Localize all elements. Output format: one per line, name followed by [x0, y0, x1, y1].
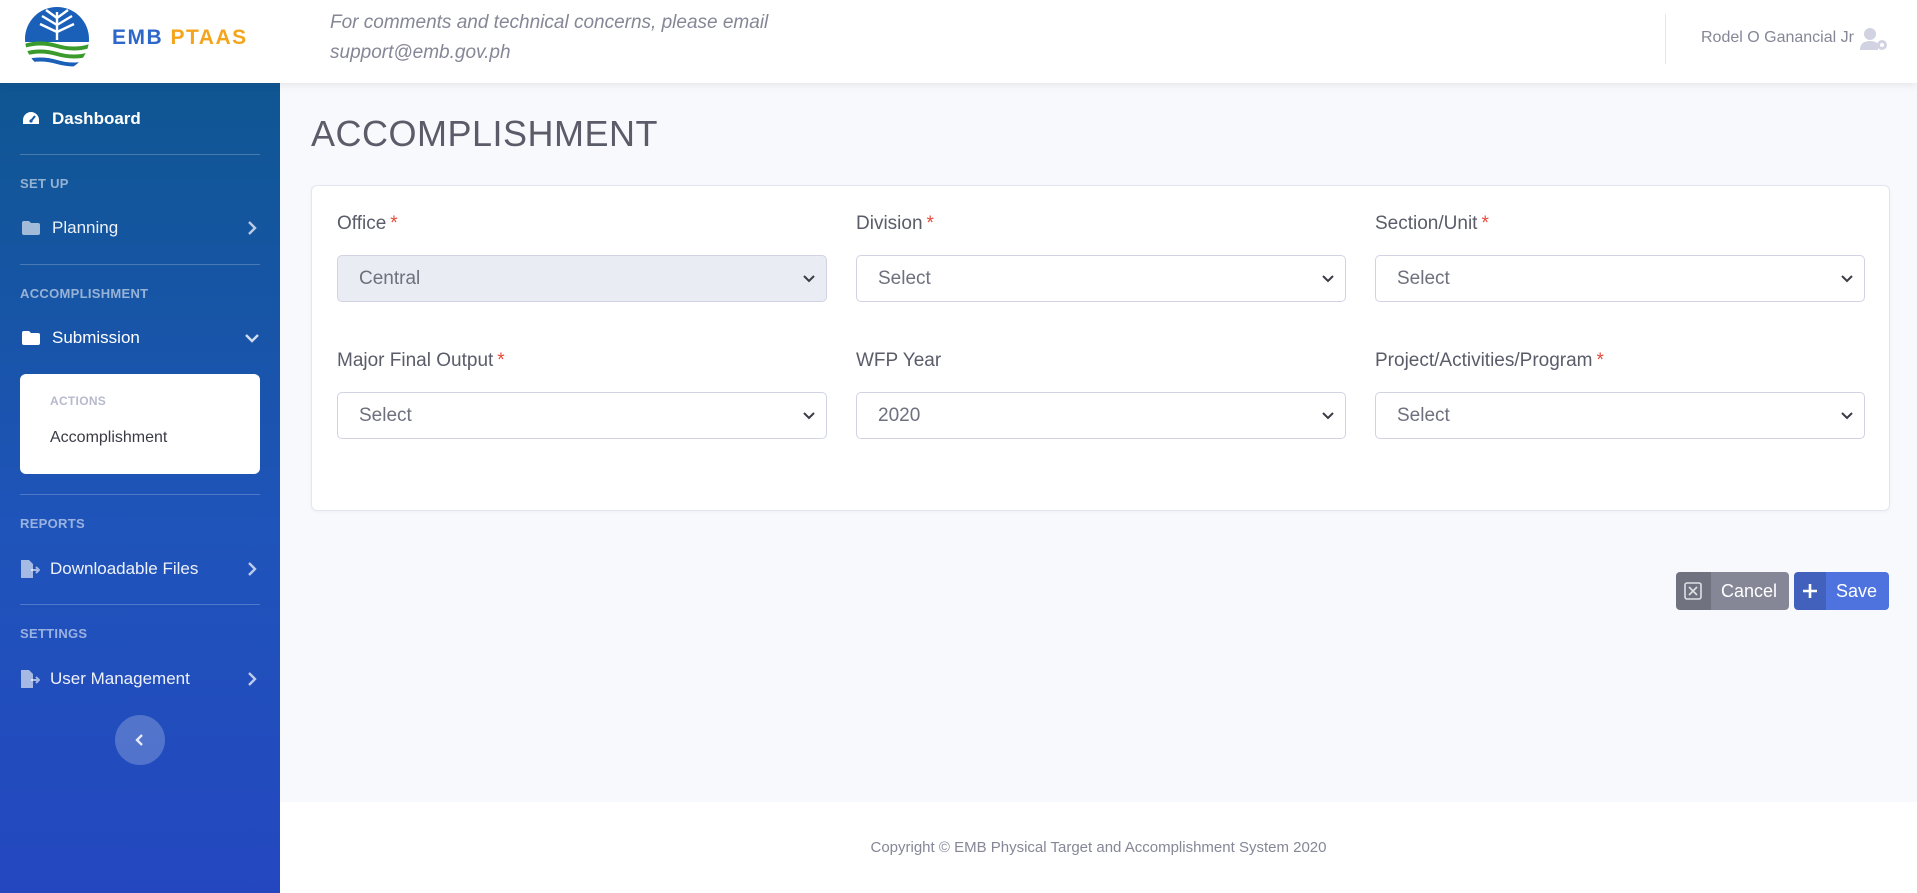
plus-icon	[1794, 572, 1826, 610]
pap-field-group: Project/Activities/Program * Select	[1375, 350, 1865, 439]
wfp-year-select-value: 2020	[878, 404, 921, 426]
sidebar-item-downloadable-files[interactable]: Downloadable Files	[0, 549, 280, 589]
office-select[interactable]: Central	[337, 255, 827, 302]
section-field-group: Section/Unit * Select	[1375, 213, 1865, 302]
submenu-item-accomplishment[interactable]: Accomplishment	[50, 429, 167, 447]
user-name[interactable]: Rodel O Ganancial Jr	[1701, 29, 1854, 47]
wfp-year-label: WFP Year	[856, 350, 942, 371]
division-field-group: Division * Select	[856, 213, 1346, 302]
required-mark: *	[497, 350, 505, 371]
footer: Copyright © EMB Physical Target and Acco…	[280, 802, 1917, 893]
folder-open-icon	[20, 329, 42, 347]
cancel-button-label: Cancel	[1720, 580, 1777, 601]
wfp-year-select[interactable]: 2020	[856, 392, 1346, 439]
brand-name: EMB PTAAS	[112, 26, 248, 50]
sidebar-item-dashboard[interactable]: Dashboard	[0, 99, 280, 139]
division-select[interactable]: Select	[856, 255, 1346, 302]
pap-label: Project/Activities/Program *	[1375, 350, 1604, 371]
sidebar-heading-setup: SET UP	[20, 176, 69, 191]
cancel-button[interactable]: Cancel	[1676, 572, 1789, 610]
sidebar-toggle-button[interactable]	[115, 715, 165, 765]
sidebar-divider	[20, 604, 260, 605]
submission-submenu: ACTIONS Accomplishment	[20, 374, 260, 474]
chevron-down-icon	[1322, 275, 1334, 283]
page-title: ACCOMPLISHMENT	[311, 113, 659, 154]
save-button-label: Save	[1835, 580, 1877, 601]
office-field-group: Office * Central	[337, 213, 827, 302]
chevron-left-icon	[135, 734, 143, 746]
brand-link[interactable]: EMB PTAAS	[0, 0, 280, 83]
sidebar-heading-reports: REPORTS	[20, 516, 85, 531]
required-mark: *	[1481, 213, 1489, 234]
sidebar-item-label: User Management	[50, 669, 190, 688]
mfo-select[interactable]: Select	[337, 392, 827, 439]
topbar: EMB PTAAS For comments and technical con…	[0, 0, 1917, 83]
pap-select[interactable]: Select	[1375, 392, 1865, 439]
required-mark: *	[1596, 350, 1604, 371]
file-export-icon	[20, 670, 40, 688]
topbar-divider	[1665, 14, 1666, 64]
wfp-year-field-group: WFP Year 2020	[856, 350, 1346, 439]
brand-name-part1: EMB	[112, 26, 164, 49]
office-select-value: Central	[359, 267, 421, 289]
sidebar-divider	[20, 264, 260, 265]
support-notice-email: support@emb.gov.ph	[330, 42, 511, 63]
sidebar-divider	[20, 154, 260, 155]
user-cog-icon[interactable]	[1860, 27, 1888, 51]
sidebar-heading-accomplishment: ACCOMPLISHMENT	[20, 286, 149, 301]
pap-select-value: Select	[1397, 404, 1450, 426]
support-notice: For comments and technical concerns, ple…	[330, 8, 890, 68]
section-label: Section/Unit *	[1375, 213, 1489, 234]
mfo-select-value: Select	[359, 404, 412, 426]
section-select[interactable]: Select	[1375, 255, 1865, 302]
mfo-field-group: Major Final Output * Select	[337, 350, 827, 439]
chevron-down-icon	[1841, 275, 1853, 283]
folder-icon	[20, 219, 42, 237]
chevron-down-icon	[1841, 412, 1853, 420]
sidebar-item-label: Planning	[52, 218, 119, 237]
mfo-label: Major Final Output *	[337, 350, 505, 371]
chevron-down-icon	[245, 334, 259, 343]
sidebar-item-user-management[interactable]: User Management	[0, 659, 280, 699]
chevron-right-icon	[248, 221, 257, 235]
sidebar-item-label: Dashboard	[52, 109, 141, 128]
sidebar: Dashboard SET UP Planning ACCOMPLISHMENT…	[0, 83, 280, 893]
chevron-right-icon	[248, 562, 257, 576]
copyright-text: Copyright © EMB Physical Target and Acco…	[870, 839, 1327, 856]
chevron-down-icon	[803, 275, 815, 283]
save-button[interactable]: Save	[1794, 572, 1889, 610]
close-box-icon	[1676, 572, 1711, 610]
sidebar-divider	[20, 494, 260, 495]
sidebar-item-submission[interactable]: Submission	[0, 318, 280, 358]
chevron-right-icon	[248, 672, 257, 686]
sidebar-item-label: Downloadable Files	[50, 559, 199, 578]
required-mark: *	[926, 213, 934, 234]
section-select-value: Select	[1397, 267, 1450, 289]
office-label: Office *	[337, 213, 398, 234]
support-notice-line1: For comments and technical concerns, ple…	[330, 12, 769, 33]
accomplishment-form-card: Office * Central Division * Select Section…	[311, 185, 1890, 511]
sidebar-item-planning[interactable]: Planning	[0, 208, 280, 248]
tachometer-icon	[20, 110, 42, 128]
chevron-down-icon	[803, 412, 815, 420]
chevron-down-icon	[1322, 412, 1334, 420]
division-select-value: Select	[878, 267, 931, 289]
sidebar-item-label: Submission	[52, 328, 140, 347]
brand-name-part2: PTAAS	[170, 26, 248, 49]
emb-logo-icon	[25, 7, 89, 71]
submenu-heading: ACTIONS	[50, 394, 107, 408]
required-mark: *	[390, 213, 398, 234]
sidebar-heading-settings: SETTINGS	[20, 626, 88, 641]
file-export-icon	[20, 560, 40, 578]
division-label: Division *	[856, 213, 934, 234]
